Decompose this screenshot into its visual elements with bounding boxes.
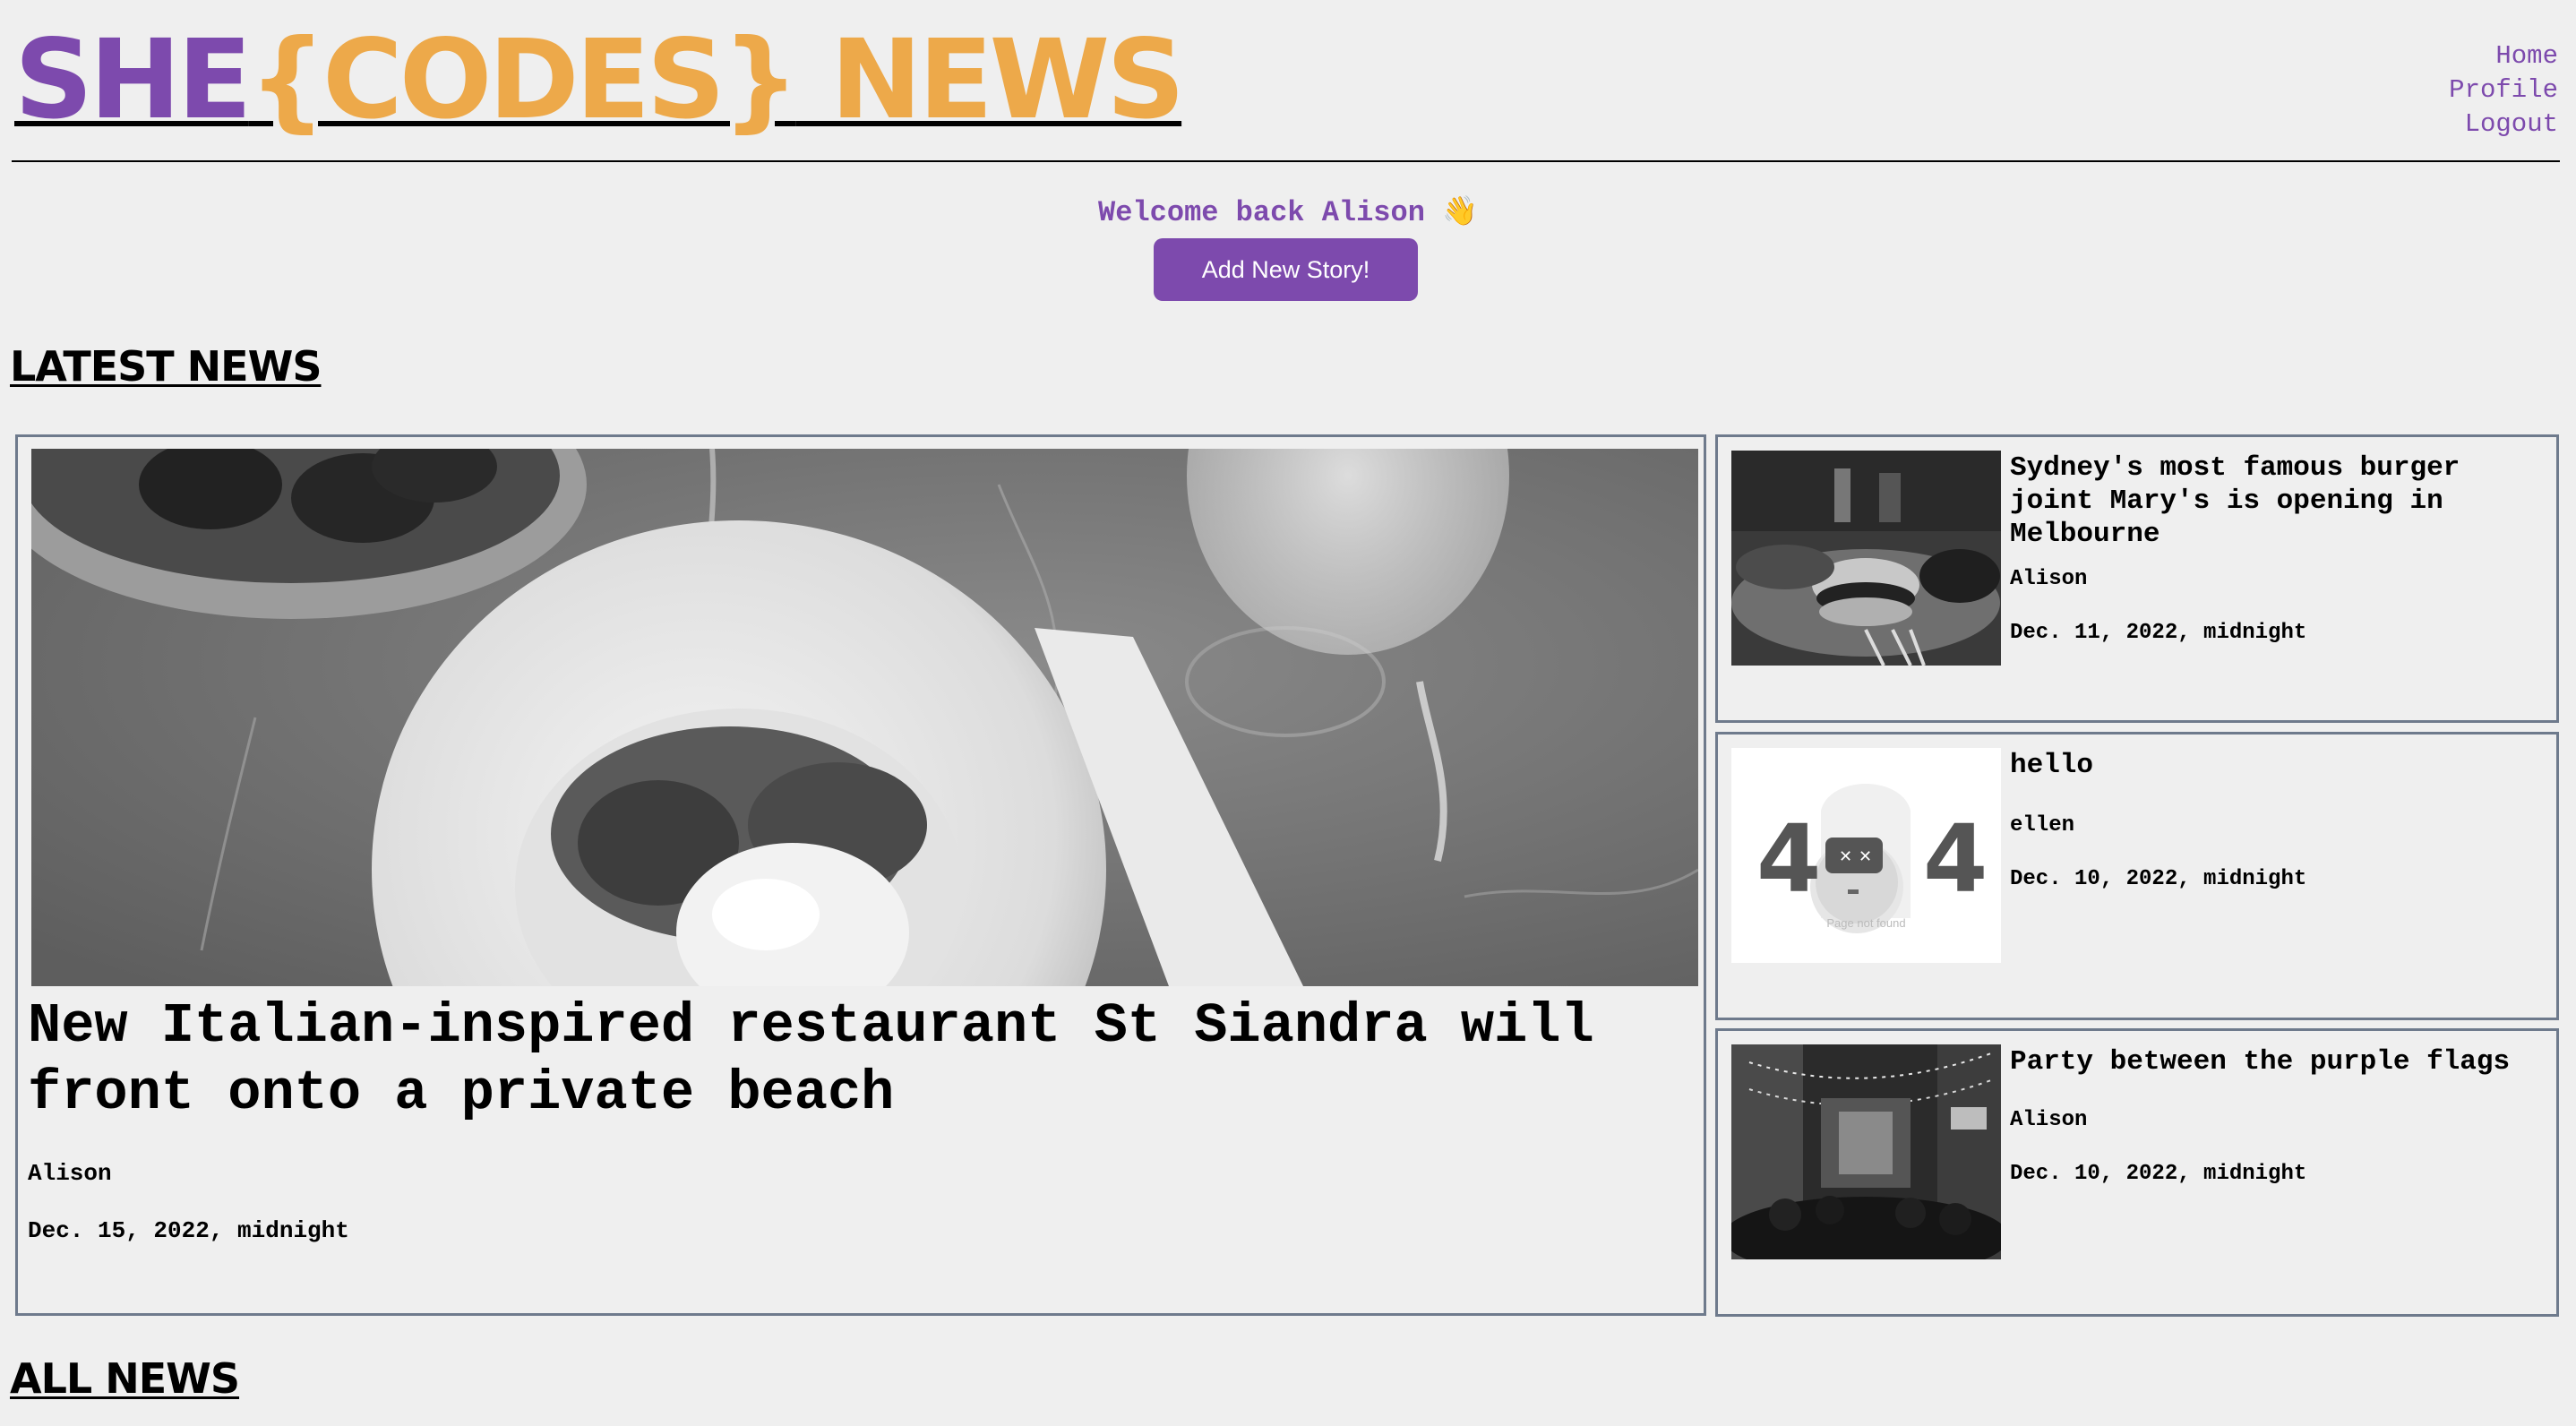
welcome-message: Welcome back Alison 👋	[1098, 196, 1478, 229]
story-author: ellen	[2010, 813, 2075, 838]
story-date: Dec. 10, 2022, midnight	[2010, 1162, 2307, 1186]
header-divider	[12, 160, 2560, 162]
story-card[interactable]: Party between the purple flags Alison De…	[1715, 1028, 2559, 1317]
logo-codes: {CODES}	[248, 16, 799, 143]
logo-news: NEWS	[795, 16, 1185, 143]
all-news-heading: ALL NEWS	[10, 1354, 240, 1403]
story-image	[1731, 1044, 2001, 1259]
svg-text:✕: ✕	[1839, 847, 1852, 866]
logo-she: SHE	[14, 16, 252, 143]
story-card[interactable]: Sydney's most famous burger joint Mary's…	[1715, 434, 2559, 723]
add-new-story-button[interactable]: Add New Story!	[1154, 238, 1418, 301]
story-author: Alison	[2010, 1108, 2088, 1132]
nav-profile-link[interactable]: Profile	[2449, 73, 2558, 107]
featured-story-author: Alison	[28, 1160, 112, 1187]
story-card[interactable]: ✕ ✕ 4 4 Page not found hello ellen Dec. …	[1715, 732, 2559, 1020]
not-found-caption: Page not found	[1826, 916, 1906, 930]
nav-logout-link[interactable]: Logout	[2449, 107, 2558, 142]
story-title[interactable]: Sydney's most famous burger joint Mary's…	[2010, 451, 2547, 551]
featured-story-date: Dec. 15, 2022, midnight	[28, 1217, 349, 1244]
story-image-not-found: ✕ ✕ 4 4 Page not found	[1731, 748, 2001, 963]
featured-story-card[interactable]: New Italian-inspired restaurant St Siand…	[15, 434, 1706, 1316]
nav-home-link[interactable]: Home	[2449, 39, 2558, 73]
site-logo[interactable]: SHE{CODES} NEWS	[14, 25, 1185, 134]
not-found-right-digit: 4	[1923, 804, 1988, 914]
not-found-left-digit: 4	[1756, 804, 1822, 914]
story-date: Dec. 11, 2022, midnight	[2010, 621, 2307, 645]
story-title[interactable]: hello	[2010, 749, 2547, 782]
story-image	[1731, 451, 2001, 666]
story-title[interactable]: Party between the purple flags	[2010, 1045, 2547, 1078]
story-author: Alison	[2010, 567, 2088, 591]
svg-text:✕: ✕	[1859, 847, 1872, 866]
story-date: Dec. 10, 2022, midnight	[2010, 867, 2307, 891]
latest-news-heading: LATEST NEWS	[10, 342, 322, 391]
featured-story-title[interactable]: New Italian-inspired restaurant St Siand…	[28, 992, 1694, 1127]
featured-story-image	[31, 449, 1698, 986]
main-nav: Home Profile Logout	[2449, 39, 2558, 142]
